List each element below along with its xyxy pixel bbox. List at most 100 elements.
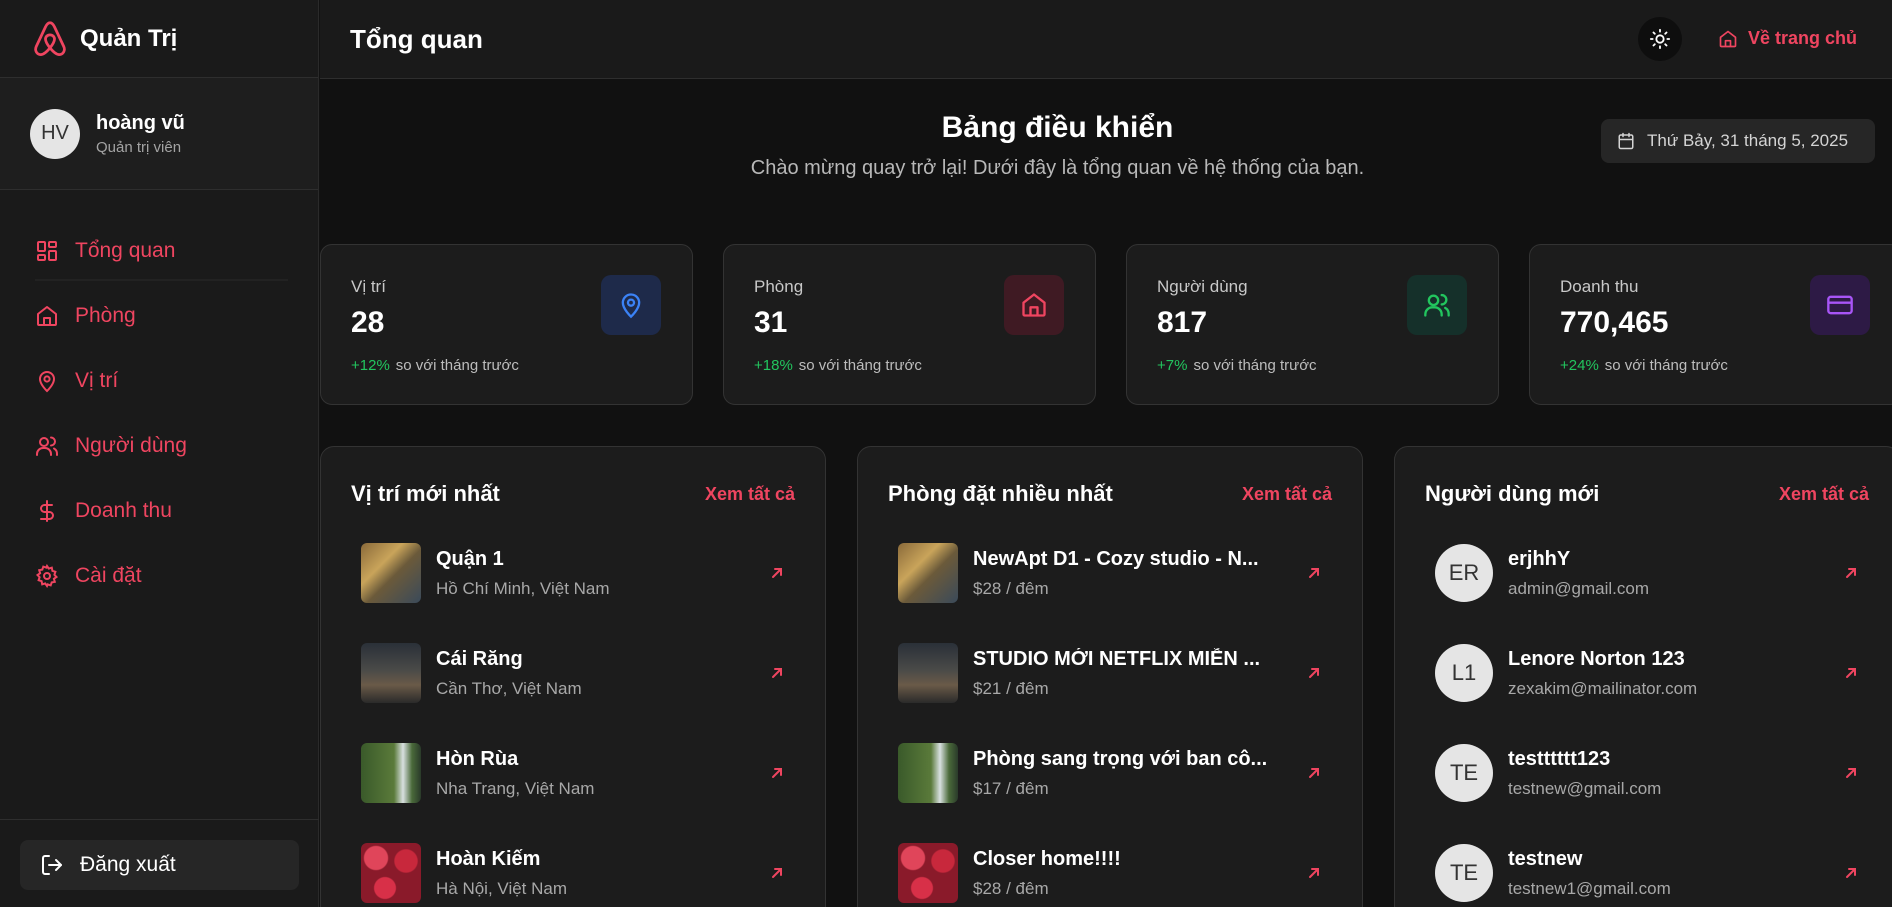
avatar: HV xyxy=(30,108,80,159)
top-booked-rooms-panel: Phòng đặt nhiều nhất Xem tất cả NewApt D… xyxy=(857,446,1363,907)
stat-delta-text: so với tháng trước xyxy=(395,357,519,374)
list-item[interactable]: Hoàn Kiếm Hà Nội, Việt Nam xyxy=(361,842,785,904)
item-title: testttttt123 xyxy=(1508,747,1611,770)
stat-delta-percent: +24% xyxy=(1560,357,1599,374)
dashboard-subtitle: Chào mừng quay trở lại! Dưới đây là tổng… xyxy=(750,157,1365,179)
item-subtitle: testnew1@gmail.com xyxy=(1508,878,1671,898)
arrow-up-right-icon[interactable] xyxy=(769,665,785,681)
see-all-link[interactable]: Xem tất cả xyxy=(1779,484,1869,505)
item-title: Closer home!!!! xyxy=(973,847,1121,870)
item-subtitle: $17 / đêm xyxy=(973,778,1049,798)
item-subtitle: Cần Thơ, Việt Nam xyxy=(436,678,582,698)
calendar-icon xyxy=(1618,132,1634,150)
arrow-up-right-icon[interactable] xyxy=(1843,765,1859,781)
stat-delta-text: so với tháng trước xyxy=(1604,357,1728,374)
logout-button[interactable]: Đăng xuất xyxy=(20,840,299,890)
stat-card-users: Người dùng 817 +7% so với tháng trước xyxy=(1126,244,1499,405)
stat-value: 31 xyxy=(754,306,788,339)
list-item[interactable]: STUDIO MỚI NETFLIX MIỄN ... $21 / đêm xyxy=(898,642,1322,704)
logout-icon xyxy=(42,855,62,875)
admin-app: Quản Trị HV hoàng vũ Quản trị viên Tổng … xyxy=(0,0,1892,907)
dashboard-icon xyxy=(37,240,57,261)
sidebar-item-rooms[interactable]: Phòng xyxy=(0,283,318,348)
arrow-up-right-icon[interactable] xyxy=(1306,865,1322,881)
item-title: NewApt D1 - Cozy studio - N... xyxy=(973,547,1259,570)
list-item[interactable]: TE testnew testnew1@gmail.com xyxy=(1435,842,1859,904)
item-title: Quận 1 xyxy=(436,547,504,570)
list-item[interactable]: ER erjhhY admin@gmail.com xyxy=(1435,542,1859,604)
sidebar-item-label: Phòng xyxy=(75,303,136,327)
stat-delta-percent: +7% xyxy=(1157,357,1188,374)
list-item[interactable]: Quận 1 Hồ Chí Minh, Việt Nam xyxy=(361,542,785,604)
stat-label: Phòng xyxy=(754,277,804,296)
sidebar-item-locations[interactable]: Vị trí xyxy=(0,348,318,413)
item-subtitle: zexakim@mailinator.com xyxy=(1508,678,1698,698)
stat-icon-box xyxy=(601,275,661,335)
stat-card-rooms: Phòng 31 +18% so với tháng trước xyxy=(723,244,1096,405)
sun-icon xyxy=(1649,28,1671,50)
stat-delta: +12% so với tháng trước xyxy=(351,357,519,374)
airbnb-logo-icon xyxy=(34,20,66,56)
room-thumbnail xyxy=(898,643,958,703)
arrow-up-right-icon[interactable] xyxy=(1843,565,1859,581)
date-text: Thứ Bảy, 31 tháng 5, 2025 xyxy=(1647,131,1849,150)
sidebar-item-users[interactable]: Người dùng xyxy=(0,413,318,478)
sidebar-item-revenue[interactable]: Doanh thu xyxy=(0,478,318,543)
page-title: Tổng quan xyxy=(350,24,483,54)
home-link-label: Về trang chủ xyxy=(1748,28,1858,48)
current-date: Thứ Bảy, 31 tháng 5, 2025 xyxy=(1601,119,1875,163)
dollar-icon xyxy=(40,499,54,522)
dashboard-title: Bảng điều khiển xyxy=(941,111,1174,144)
sidebar-item-settings[interactable]: Cài đặt xyxy=(0,543,318,608)
arrow-up-right-icon[interactable] xyxy=(769,865,785,881)
brand[interactable]: Quản Trị xyxy=(0,0,318,78)
arrow-up-right-icon[interactable] xyxy=(1306,765,1322,781)
theme-toggle-button[interactable] xyxy=(1638,17,1682,61)
item-subtitle: $28 / đêm xyxy=(973,878,1049,898)
back-to-home-link[interactable]: Về trang chủ xyxy=(1718,28,1857,49)
sidebar-item-label: Vị trí xyxy=(75,368,119,392)
stat-value: 770,465 xyxy=(1560,306,1669,339)
list-item[interactable]: Cái Răng Cần Thơ, Việt Nam xyxy=(361,642,785,704)
stat-label: Vị trí xyxy=(351,277,386,296)
new-users-panel: Người dùng mới Xem tất cả ER erjhhY admin… xyxy=(1394,446,1892,907)
sidebar-item-label: Doanh thu xyxy=(75,498,172,522)
list-item[interactable]: Phòng sang trọng với ban cô... $17 / đêm xyxy=(898,742,1322,804)
home-icon xyxy=(37,305,57,326)
arrow-up-right-icon[interactable] xyxy=(769,765,785,781)
see-all-link[interactable]: Xem tất cả xyxy=(1242,484,1332,505)
avatar: L1 xyxy=(1435,644,1493,702)
users-icon xyxy=(1424,293,1450,317)
home-icon xyxy=(1719,30,1737,47)
avatar: TE xyxy=(1435,844,1493,902)
list-item[interactable]: Hòn Rùa Nha Trang, Việt Nam xyxy=(361,742,785,804)
list-item[interactable]: NewApt D1 - Cozy studio - N... $28 / đêm xyxy=(898,542,1322,604)
user-profile: HV hoàng vũ Quản trị viên xyxy=(0,78,318,190)
sidebar: Quản Trị HV hoàng vũ Quản trị viên Tổng … xyxy=(0,0,319,907)
arrow-up-right-icon[interactable] xyxy=(1843,665,1859,681)
stat-delta-text: so với tháng trước xyxy=(1193,357,1317,374)
arrow-up-right-icon[interactable] xyxy=(1843,865,1859,881)
see-all-link[interactable]: Xem tất cả xyxy=(705,484,795,505)
sidebar-item-overview[interactable]: Tổng quan xyxy=(0,218,318,283)
item-subtitle: $21 / đêm xyxy=(973,678,1049,698)
sidebar-footer: Đăng xuất xyxy=(0,819,319,907)
arrow-up-right-icon[interactable] xyxy=(1306,565,1322,581)
arrow-up-right-icon[interactable] xyxy=(1306,665,1322,681)
item-title: Hoàn Kiếm xyxy=(436,847,541,870)
list-item[interactable]: L1 Lenore Norton 123 zexakim@mailinator.c… xyxy=(1435,642,1859,704)
credit-card-icon xyxy=(1827,295,1853,315)
avatar: TE xyxy=(1435,744,1493,802)
top-header: Tổng quan Về trang chủ xyxy=(320,0,1892,79)
item-title: Cái Răng xyxy=(436,647,523,670)
location-thumbnail xyxy=(361,843,421,903)
location-pin-icon xyxy=(621,293,641,319)
room-thumbnail xyxy=(898,543,958,603)
main-content: Bảng điều khiển Chào mừng quay trở lại! … xyxy=(320,79,1892,907)
item-title: testnew xyxy=(1508,847,1583,870)
list-item[interactable]: TE testttttt123 testnew@gmail.com xyxy=(1435,742,1859,804)
list-item[interactable]: Closer home!!!! $28 / đêm xyxy=(898,842,1322,904)
avatar: ER xyxy=(1435,544,1493,602)
latest-locations-panel: Vị trí mới nhất Xem tất cả Quận 1 Hồ Chí … xyxy=(320,446,826,907)
arrow-up-right-icon[interactable] xyxy=(769,565,785,581)
